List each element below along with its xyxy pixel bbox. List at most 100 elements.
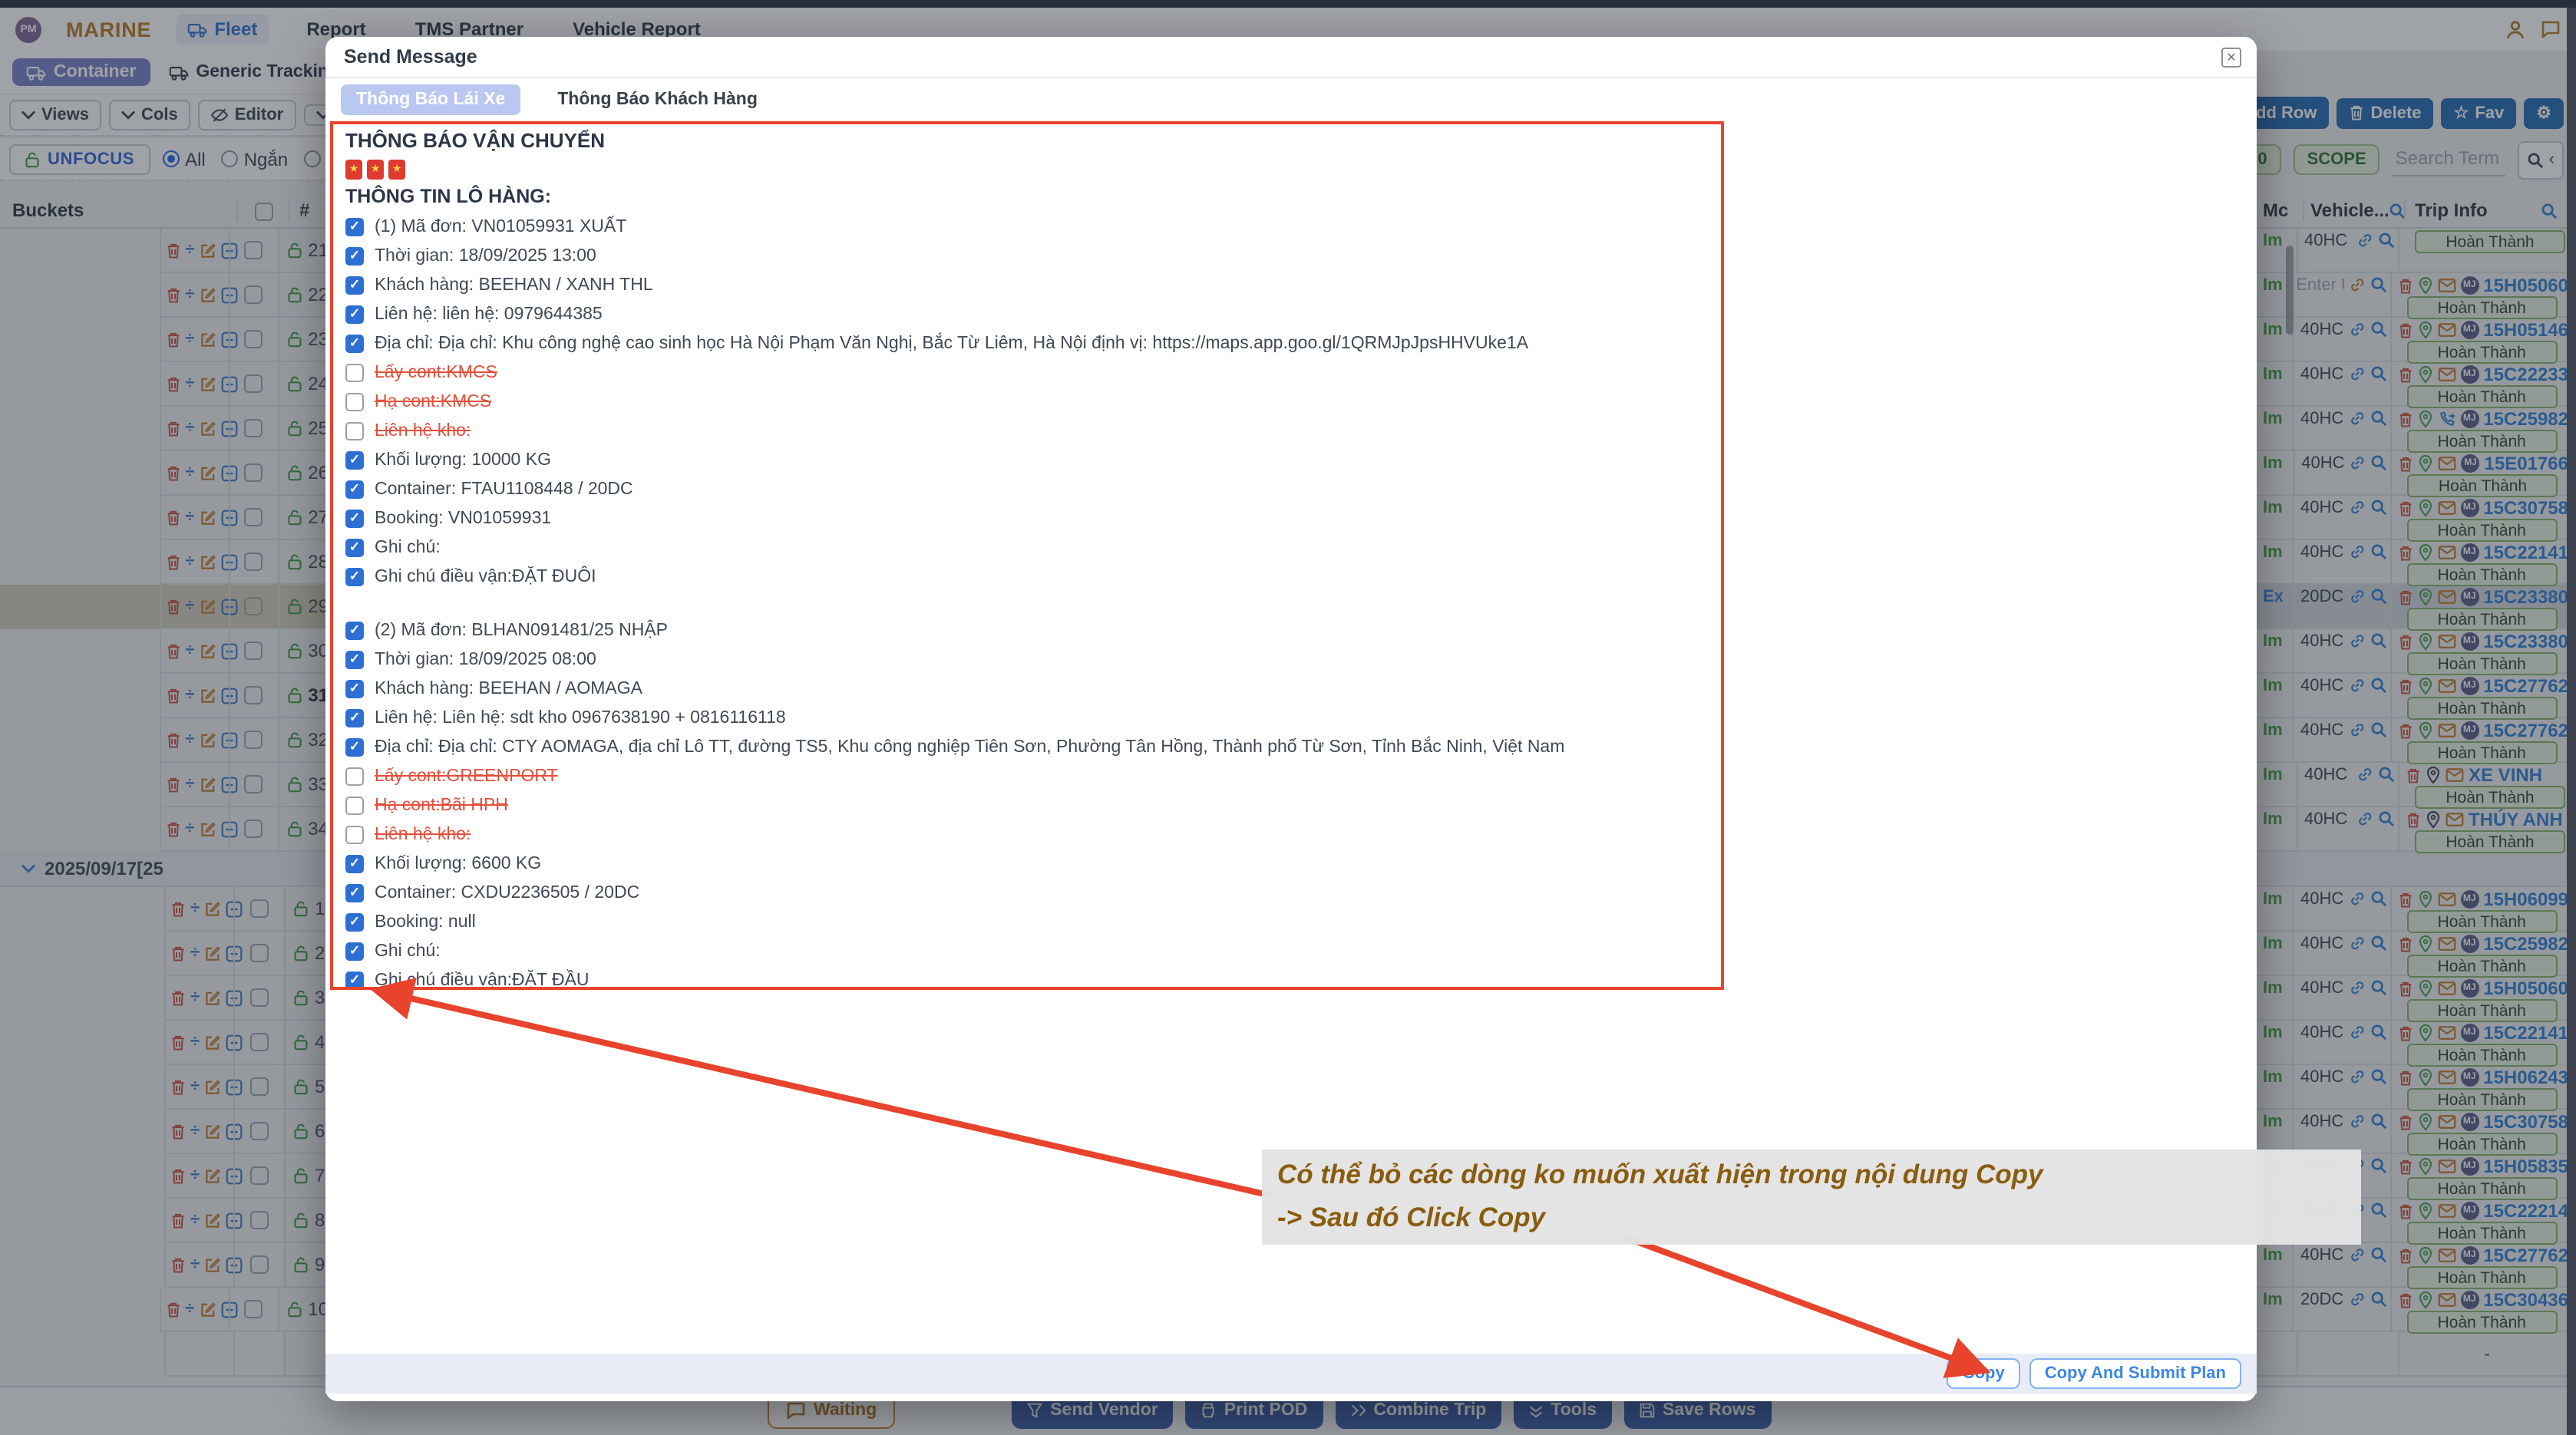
message-line: Liên hệ kho: bbox=[345, 820, 1709, 849]
line-text: Địa chỉ: Địa chỉ: Khu công nghệ cao sinh… bbox=[375, 334, 1528, 352]
message-line: ✓ Khối lượng: 6600 KG bbox=[345, 849, 1709, 878]
message-line: ✓ (2) Mã đơn: BLHAN091481/25 NHẬP bbox=[345, 615, 1709, 645]
line-text: Ghi chú: bbox=[375, 538, 441, 556]
line-checkbox[interactable]: ✓ bbox=[345, 567, 364, 586]
window-edge bbox=[2567, 8, 2576, 1435]
line-checkbox[interactable] bbox=[345, 796, 364, 814]
line-checkbox[interactable] bbox=[345, 421, 364, 440]
line-checkbox[interactable] bbox=[345, 363, 364, 381]
line-checkbox[interactable]: ✓ bbox=[345, 912, 364, 931]
line-text: Khối lượng: 10000 KG bbox=[375, 450, 551, 469]
app-root: PM MARINE FleetReportTMS PartnerVehicle … bbox=[0, 0, 2576, 1435]
line-text: Liên hệ: Liên hệ: sdt kho 0967638190 + 0… bbox=[375, 708, 786, 727]
line-text: Ghi chú: bbox=[375, 942, 441, 960]
message-line: ✓ Ghi chú điều vận:ĐẶT ĐUÔI bbox=[345, 562, 1709, 591]
modal-footer: Copy Copy And Submit Plan bbox=[325, 1354, 2257, 1394]
line-checkbox[interactable] bbox=[345, 392, 364, 411]
message-line: ✓ Ghi chú: bbox=[345, 533, 1709, 562]
message-line: ✓ Thời gian: 18/09/2025 13:00 bbox=[345, 241, 1709, 270]
message-line: ✓ Container: FTAU1108448 / 20DC bbox=[345, 474, 1709, 503]
message-line: ✓ Địa chỉ: Địa chỉ: Khu công nghệ cao si… bbox=[345, 328, 1709, 358]
line-checkbox[interactable]: ✓ bbox=[345, 708, 364, 727]
flag-icons: ★★★ bbox=[345, 157, 1709, 183]
line-checkbox[interactable] bbox=[345, 767, 364, 785]
line-text: Khách hàng: BEEHAN / XANH THL bbox=[375, 275, 653, 294]
line-checkbox[interactable] bbox=[345, 825, 364, 843]
vietnam-flag-icon: ★ bbox=[388, 160, 405, 180]
line-text: Lấy cont:KMCS bbox=[375, 363, 497, 381]
message-line: ✓ Ghi chú: bbox=[345, 936, 1709, 965]
line-checkbox[interactable]: ✓ bbox=[345, 942, 364, 960]
message-line: ✓ Ghi chú điều vận:ĐẶT ĐẦU bbox=[345, 965, 1709, 990]
message-line: Hạ cont:Bãi HPH bbox=[345, 790, 1709, 820]
line-text: Lấy cont:GREENPORT bbox=[375, 767, 558, 785]
message-line: ✓ Địa chỉ: Địa chỉ: CTY AOMAGA, địa chỉ … bbox=[345, 732, 1709, 761]
line-text: Ghi chú điều vận:ĐẶT ĐẦU bbox=[375, 971, 590, 989]
copy-and-submit-plan-button[interactable]: Copy And Submit Plan bbox=[2029, 1358, 2241, 1389]
line-checkbox[interactable]: ✓ bbox=[345, 480, 364, 498]
line-text: (1) Mã đơn: VN01059931 XUẤT bbox=[375, 217, 626, 236]
message-line: ✓ Container: CXDU2236505 / 20DC bbox=[345, 878, 1709, 907]
modal-header: Send Message ✕ bbox=[325, 37, 2257, 78]
line-text: Thời gian: 18/09/2025 13:00 bbox=[375, 246, 596, 265]
message-line: ✓ Khách hàng: BEEHAN / AOMAGA bbox=[345, 674, 1709, 703]
line-text: Ghi chú điều vận:ĐẶT ĐUÔI bbox=[375, 567, 596, 586]
message-line: ✓ Khách hàng: BEEHAN / XANH THL bbox=[345, 270, 1709, 299]
line-checkbox[interactable]: ✓ bbox=[345, 679, 364, 698]
line-checkbox[interactable]: ✓ bbox=[345, 450, 364, 469]
line-text: Khách hàng: BEEHAN / AOMAGA bbox=[375, 679, 642, 698]
vietnam-flag-icon: ★ bbox=[345, 160, 362, 180]
line-text: Booking: VN01059931 bbox=[375, 509, 551, 527]
line-checkbox[interactable]: ✓ bbox=[345, 854, 364, 873]
line-text: Địa chỉ: Địa chỉ: CTY AOMAGA, địa chỉ Lô… bbox=[375, 737, 1564, 756]
line-text: Liên hệ kho: bbox=[375, 825, 471, 843]
line-checkbox[interactable]: ✓ bbox=[345, 305, 364, 323]
line-checkbox[interactable]: ✓ bbox=[345, 621, 364, 639]
message-line: ✓ Thời gian: 18/09/2025 08:00 bbox=[345, 645, 1709, 674]
annotation-note: Có thể bỏ các dòng ko muốn xuất hiện tro… bbox=[1262, 1150, 2361, 1245]
line-checkbox[interactable]: ✓ bbox=[345, 217, 364, 236]
annotation-line-1: Có thể bỏ các dòng ko muốn xuất hiện tro… bbox=[1277, 1153, 2346, 1196]
line-checkbox[interactable]: ✓ bbox=[345, 883, 364, 902]
vietnam-flag-icon: ★ bbox=[367, 160, 384, 180]
line-checkbox[interactable]: ✓ bbox=[345, 650, 364, 668]
message-line: ✓ Booking: VN01059931 bbox=[345, 503, 1709, 533]
line-checkbox[interactable]: ✓ bbox=[345, 737, 364, 756]
line-checkbox[interactable]: ✓ bbox=[345, 334, 364, 352]
line-text: Thời gian: 18/09/2025 08:00 bbox=[375, 650, 596, 668]
message-line: ✓ Liên hệ: liên hệ: 0979644385 bbox=[345, 299, 1709, 328]
line-text: (2) Mã đơn: BLHAN091481/25 NHẬP bbox=[375, 621, 668, 639]
modal-tabs: Thông Báo Lái Xe Thông Báo Khách Hàng bbox=[325, 78, 2257, 120]
modal-title: Send Message bbox=[344, 46, 477, 68]
tab-thông-báo-khách-hàng[interactable]: Thông Báo Khách Hàng bbox=[542, 84, 773, 114]
line-checkbox[interactable]: ✓ bbox=[345, 509, 364, 527]
line-checkbox[interactable]: ✓ bbox=[345, 246, 364, 265]
message-line: Lấy cont:KMCS bbox=[345, 358, 1709, 387]
message-heading: THÔNG BÁO VẬN CHUYỂN bbox=[345, 126, 1709, 157]
tab-thông-báo-lái-xe[interactable]: Thông Báo Lái Xe bbox=[341, 84, 520, 114]
line-text: Liên hệ kho: bbox=[375, 421, 471, 440]
message-line: Hạ cont:KMCS bbox=[345, 387, 1709, 416]
line-text: Liên hệ: liên hệ: 0979644385 bbox=[375, 305, 603, 323]
line-text: Container: FTAU1108448 / 20DC bbox=[375, 480, 633, 498]
line-text: Container: CXDU2236505 / 20DC bbox=[375, 883, 639, 902]
copy-button[interactable]: Copy bbox=[1947, 1358, 2020, 1389]
line-checkbox[interactable]: ✓ bbox=[345, 275, 364, 294]
line-checkbox[interactable]: ✓ bbox=[345, 538, 364, 556]
message-subheading: THÔNG TIN LÔ HÀNG: bbox=[345, 183, 1709, 212]
annotation-line-2: -> Sau đó Click Copy bbox=[1277, 1196, 2346, 1239]
line-checkbox[interactable]: ✓ bbox=[345, 971, 364, 989]
message-line: Lấy cont:GREENPORT bbox=[345, 761, 1709, 790]
message-line: Liên hệ kho: bbox=[345, 416, 1709, 445]
message-line: ✓ (1) Mã đơn: VN01059931 XUẤT bbox=[345, 212, 1709, 241]
line-text: Hạ cont:KMCS bbox=[375, 392, 491, 411]
line-text: Booking: null bbox=[375, 912, 476, 931]
close-icon[interactable]: ✕ bbox=[2221, 48, 2241, 68]
line-text: Hạ cont:Bãi HPH bbox=[375, 796, 508, 814]
message-lines: ✓ (1) Mã đơn: VN01059931 XUẤT ✓ Thời gia… bbox=[345, 212, 1709, 990]
message-line: ✓ Booking: null bbox=[345, 907, 1709, 936]
message-line: ✓ Liên hệ: Liên hệ: sdt kho 0967638190 +… bbox=[345, 703, 1709, 732]
line-text: Khối lượng: 6600 KG bbox=[375, 854, 541, 873]
message-preview-box: THÔNG BÁO VẬN CHUYỂN ★★★ THÔNG TIN LÔ HÀ… bbox=[330, 121, 1724, 990]
message-line: ✓ Khối lượng: 10000 KG bbox=[345, 445, 1709, 474]
